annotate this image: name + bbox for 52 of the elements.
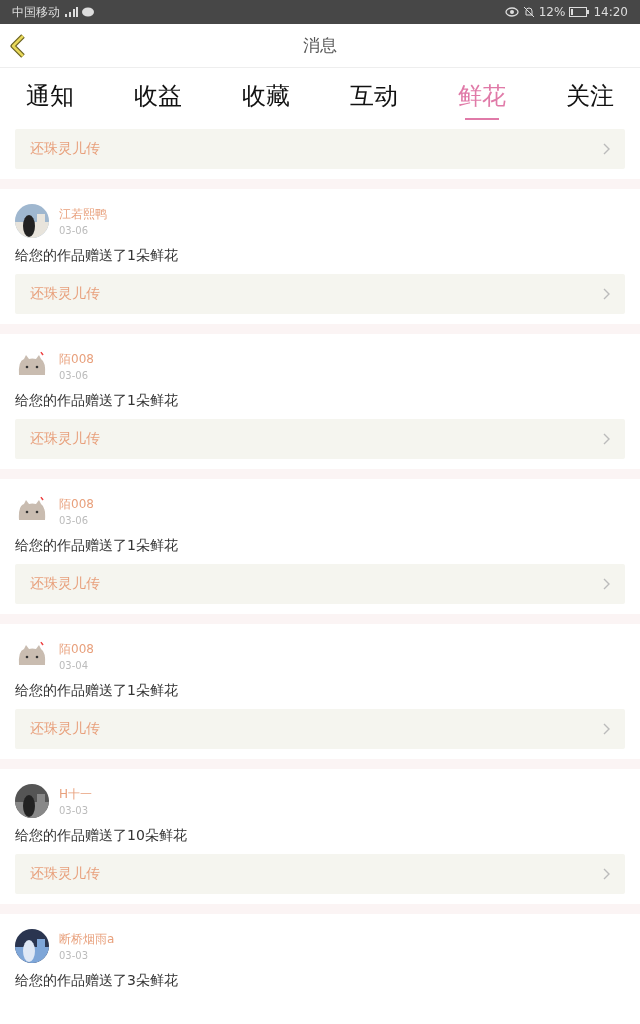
message-text: 给您的作品赠送了3朵鲜花 <box>15 972 179 990</box>
date-label: 03-06 <box>59 515 90 526</box>
tab[interactable]: 收藏 <box>238 68 294 126</box>
date-label: 03-04 <box>59 660 90 671</box>
work-title: 还珠灵儿传 <box>30 285 100 303</box>
work-title: 还珠灵儿传 <box>30 140 100 158</box>
back-icon[interactable] <box>10 34 26 58</box>
chevron-right-icon <box>603 288 610 300</box>
bell-off-icon <box>522 6 535 18</box>
work-link[interactable]: 还珠灵儿传 <box>15 419 625 459</box>
date-label: 03-06 <box>59 370 90 381</box>
chevron-right-icon <box>603 578 610 590</box>
message-text: 给您的作品赠送了1朵鲜花 <box>15 682 179 700</box>
battery-icon <box>569 7 590 17</box>
date-label: 03-06 <box>59 225 90 236</box>
work-link[interactable]: 还珠灵儿传 <box>15 709 625 749</box>
page-title: 消息 <box>303 34 337 57</box>
carrier-label: 中国移动 <box>12 3 60 21</box>
chevron-right-icon <box>603 433 610 445</box>
user-name[interactable]: 陌008 <box>59 351 94 368</box>
date-label: 03-03 <box>59 950 90 961</box>
tab[interactable]: 通知 <box>22 68 78 126</box>
work-title: 还珠灵儿传 <box>30 575 100 593</box>
tab[interactable]: 关注 <box>562 68 618 126</box>
message-text: 给您的作品赠送了1朵鲜花 <box>15 392 179 410</box>
work-title: 还珠灵儿传 <box>30 865 100 883</box>
signal-icon <box>64 7 78 17</box>
work-link[interactable]: 还珠灵儿传 <box>15 274 625 314</box>
work-link[interactable]: 还珠灵儿传 <box>15 854 625 894</box>
chevron-right-icon <box>603 723 610 735</box>
user-name[interactable]: 江若熙鸭 <box>59 206 107 223</box>
tab[interactable]: 收益 <box>130 68 186 126</box>
clock: 14:20 <box>593 5 628 19</box>
tab[interactable]: 互动 <box>346 68 402 126</box>
work-title: 还珠灵儿传 <box>30 720 100 738</box>
chevron-right-icon <box>603 868 610 880</box>
user-name[interactable]: 陌008 <box>59 496 94 513</box>
work-link[interactable]: 还珠灵儿传 <box>15 564 625 604</box>
chat-icon <box>82 6 94 18</box>
chevron-right-icon <box>603 143 610 155</box>
battery-percent: 12% <box>538 5 566 19</box>
message-text: 给您的作品赠送了10朵鲜花 <box>15 827 188 845</box>
eye-icon <box>504 7 519 17</box>
date-label: 03-03 <box>59 805 90 816</box>
user-name[interactable]: H十一 <box>59 786 93 803</box>
message-text: 给您的作品赠送了1朵鲜花 <box>15 247 179 265</box>
user-name[interactable]: 断桥烟雨a <box>59 931 115 948</box>
work-title: 还珠灵儿传 <box>30 430 100 448</box>
message-text: 给您的作品赠送了1朵鲜花 <box>15 537 179 555</box>
work-link[interactable]: 还珠灵儿传 <box>15 129 625 169</box>
user-name[interactable]: 陌008 <box>59 641 94 658</box>
tab[interactable]: 鲜花 <box>454 68 510 126</box>
